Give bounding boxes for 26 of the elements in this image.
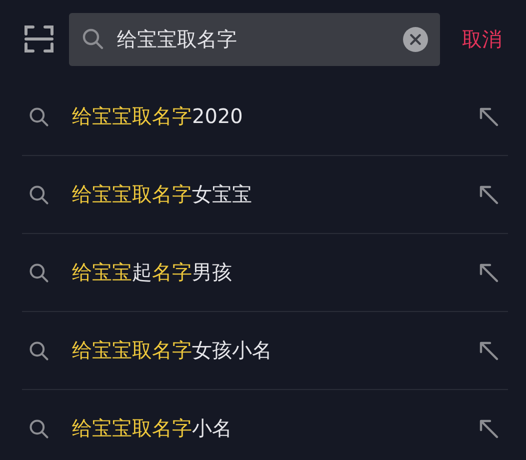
search-field[interactable]: 给宝宝取名字 bbox=[69, 12, 440, 66]
search-icon bbox=[28, 106, 50, 128]
suggestion-text: 给宝宝取名字女宝宝 bbox=[72, 181, 253, 208]
arrow-icon[interactable] bbox=[478, 184, 500, 206]
suggestion-row[interactable]: 给宝宝取名字女宝宝 bbox=[22, 156, 508, 234]
suggestion-text: 给宝宝起名字男孩 bbox=[72, 259, 233, 286]
arrow-icon[interactable] bbox=[478, 106, 500, 128]
search-icon bbox=[28, 184, 50, 206]
suggestion-text: 给宝宝取名字女孩小名 bbox=[72, 337, 273, 364]
search-icon bbox=[28, 262, 50, 284]
cancel-button[interactable]: 取消 bbox=[462, 26, 502, 52]
close-icon bbox=[409, 32, 422, 46]
search-icon bbox=[28, 340, 50, 362]
suggestion-text: 给宝宝取名字2020 bbox=[72, 103, 244, 130]
arrow-icon[interactable] bbox=[478, 418, 500, 440]
search-input[interactable]: 给宝宝取名字 bbox=[117, 27, 391, 51]
search-icon bbox=[81, 27, 105, 51]
suggestion-row[interactable]: 给宝宝取名字2020 bbox=[22, 78, 508, 156]
suggestion-row[interactable]: 给宝宝取名字女孩小名 bbox=[22, 312, 508, 390]
arrow-icon[interactable] bbox=[478, 262, 500, 284]
suggestion-text: 给宝宝取名字小名 bbox=[72, 415, 233, 442]
suggestion-row[interactable]: 给宝宝取名字小名 bbox=[22, 390, 508, 460]
clear-button[interactable] bbox=[403, 26, 428, 52]
arrow-icon[interactable] bbox=[478, 340, 500, 362]
search-icon bbox=[28, 418, 50, 440]
suggestion-row[interactable]: 给宝宝起名字男孩 bbox=[22, 234, 508, 312]
